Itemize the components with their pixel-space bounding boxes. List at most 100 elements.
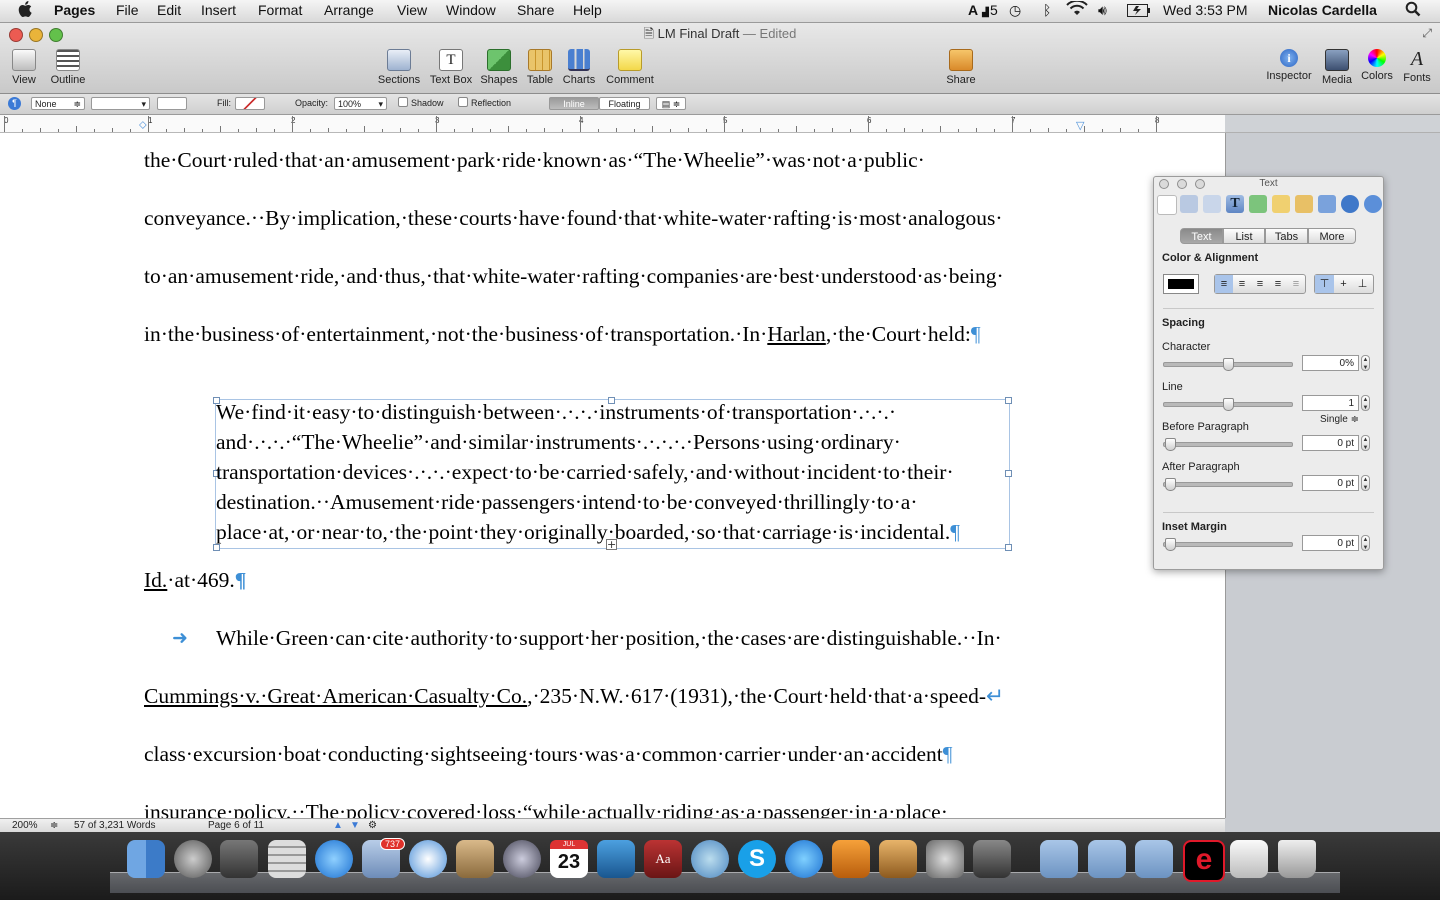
body-line[interactable]: class·excursion·boat·conducting·sightsee… xyxy=(144,742,953,767)
volume-icon[interactable]: 🔊︎ xyxy=(1098,2,1107,19)
align-right-icon[interactable]: ≡ xyxy=(1251,275,1269,293)
line-field[interactable]: 1 xyxy=(1302,395,1359,411)
slider-knob[interactable] xyxy=(1165,538,1176,551)
share-button[interactable]: Share xyxy=(931,49,991,86)
document-page[interactable]: the·Court·ruled·that·an·amusement·park·r… xyxy=(0,133,1226,818)
quote-line[interactable]: and·.·.·.·“The·Wheelie”·and·similar·inst… xyxy=(216,430,901,455)
ibooks-icon[interactable] xyxy=(597,840,635,878)
documents-folder-icon[interactable] xyxy=(1088,840,1126,878)
vertical-alignment-control[interactable]: ⊤ + ⊥ xyxy=(1314,274,1374,294)
trash-icon[interactable] xyxy=(1278,840,1316,878)
body-line[interactable]: insurance·policy.··The·policy·covered·lo… xyxy=(144,800,948,818)
before-paragraph-slider[interactable] xyxy=(1163,442,1293,447)
after-paragraph-stepper[interactable]: ▲ ▼ xyxy=(1361,475,1370,491)
fullscreen-icon[interactable]: ⤢ xyxy=(1422,26,1432,41)
next-page-icon[interactable]: ▼ xyxy=(350,820,360,831)
selection-handle[interactable] xyxy=(1005,544,1012,551)
app-store-icon[interactable] xyxy=(315,840,353,878)
left-indent-marker-icon[interactable]: ⬦ xyxy=(139,119,147,132)
preview-icon[interactable] xyxy=(503,840,541,878)
quote-line[interactable]: transportation·devices·.·.·.·expect·to·b… xyxy=(216,460,954,485)
body-line[interactable]: the·Court·ruled·that·an·amusement·park·r… xyxy=(144,148,925,173)
quote-line[interactable]: place·at,·or·near·to,·the·point·they·ori… xyxy=(216,520,960,545)
alignment-segmented-control[interactable]: ≡ ≡ ≡ ≡ ≡ xyxy=(1214,274,1306,294)
input-source-icon[interactable]: A xyxy=(968,2,978,18)
mission-control-icon[interactable] xyxy=(220,840,258,878)
character-field[interactable]: 0% xyxy=(1302,355,1359,371)
fonts-button[interactable]: A Fonts xyxy=(1387,49,1440,84)
safari-icon[interactable] xyxy=(409,840,447,878)
slider-knob[interactable] xyxy=(1223,398,1234,411)
menu-format[interactable]: Format xyxy=(258,2,302,18)
shadow-checkbox[interactable]: Shadow xyxy=(398,97,444,110)
link-inspector-icon[interactable] xyxy=(1341,195,1359,213)
ruler[interactable]: 0 1 2 3 4 5 6 7 8 ⬦ ▽ xyxy=(0,115,1225,133)
slider-knob[interactable] xyxy=(1165,478,1176,491)
zoom-select[interactable]: 200% xyxy=(12,820,38,831)
menu-help[interactable]: Help xyxy=(573,2,602,18)
inset-margin-field[interactable]: 0 pt xyxy=(1302,535,1359,551)
body-line[interactable]: Cummings·v.·Great·American·Casualty·Co.,… xyxy=(144,684,1004,709)
before-paragraph-stepper[interactable]: ▲ ▼ xyxy=(1361,435,1370,451)
chart-inspector-icon[interactable] xyxy=(1318,195,1336,213)
graphic-inspector-icon[interactable] xyxy=(1249,195,1267,213)
align-bottom-icon[interactable]: ⊥ xyxy=(1353,275,1372,293)
menu-arrange[interactable]: Arrange xyxy=(324,2,374,18)
selection-handle[interactable] xyxy=(1005,470,1012,477)
garageband-icon[interactable] xyxy=(879,840,917,878)
outline-button[interactable]: Outline xyxy=(38,49,98,86)
wifi-icon[interactable] xyxy=(1066,0,1088,20)
text-inspector-icon[interactable]: T xyxy=(1226,195,1244,213)
before-paragraph-field[interactable]: 0 pt xyxy=(1302,435,1359,451)
reflection-checkbox[interactable]: Reflection xyxy=(458,97,511,110)
previous-page-icon[interactable]: ▲ xyxy=(333,820,343,831)
time-machine-icon[interactable]: ◷ xyxy=(1009,2,1021,19)
line-mode-select[interactable]: Single ≑ xyxy=(1320,414,1359,425)
text-color-well[interactable] xyxy=(1163,274,1199,294)
justify-icon[interactable]: ≡ xyxy=(1269,275,1287,293)
menu-insert[interactable]: Insert xyxy=(201,2,236,18)
downloads-folder-icon[interactable] xyxy=(1135,840,1173,878)
sections-button[interactable]: Sections xyxy=(369,49,429,86)
apple-menu-icon[interactable] xyxy=(18,0,34,23)
paragraph-style-icon[interactable]: ¶ xyxy=(8,97,21,110)
battery-icon[interactable] xyxy=(1127,4,1151,20)
layout-inspector-icon[interactable] xyxy=(1180,195,1198,213)
document-inspector-icon[interactable] xyxy=(1157,195,1177,215)
gear-icon[interactable]: ⚙ xyxy=(368,820,377,831)
quote-line[interactable]: We·find·it·easy·to·distinguish·between·.… xyxy=(216,400,896,425)
menu-share[interactable]: Share xyxy=(517,2,554,18)
align-center-icon[interactable]: ≡ xyxy=(1233,275,1251,293)
app-menu[interactable]: Pages xyxy=(54,2,95,18)
launchpad-icon[interactable] xyxy=(174,840,212,878)
slider-knob[interactable] xyxy=(1223,358,1234,371)
align-middle-icon[interactable]: + xyxy=(1334,275,1353,293)
fill-color-well[interactable] xyxy=(235,97,265,110)
tab-tabs[interactable]: Tabs xyxy=(1265,228,1308,244)
table-inspector-icon[interactable] xyxy=(1295,195,1313,213)
selection-handle[interactable] xyxy=(1005,397,1012,404)
menu-file[interactable]: File xyxy=(116,2,139,18)
contacts-icon[interactable] xyxy=(456,840,494,878)
reason-icon[interactable] xyxy=(832,840,870,878)
itunes-icon[interactable] xyxy=(785,840,823,878)
menu-view[interactable]: View xyxy=(397,2,427,18)
quote-line[interactable]: destination.··Amusement·ride·passengers·… xyxy=(216,490,918,515)
inset-margin-slider[interactable] xyxy=(1163,542,1293,547)
stroke-color-well[interactable] xyxy=(157,97,187,110)
body-line[interactable]: conveyance.··By·implication,·these·court… xyxy=(144,206,1002,231)
app-e-icon[interactable]: e xyxy=(1183,840,1225,882)
clock[interactable]: Wed 3:53 PM xyxy=(1163,2,1248,18)
finder-icon[interactable] xyxy=(127,840,165,878)
word-count[interactable]: 57 of 3,231 Words xyxy=(74,820,156,831)
after-paragraph-field[interactable]: 0 pt xyxy=(1302,475,1359,491)
spotlight-search-icon[interactable] xyxy=(1405,1,1421,20)
quicktime-inspector-icon[interactable] xyxy=(1364,195,1382,213)
line-stepper[interactable]: ▲ ▼ xyxy=(1361,395,1370,411)
auto-align-icon[interactable]: ≡ xyxy=(1287,275,1305,293)
system-preferences-icon[interactable] xyxy=(926,840,964,878)
calendar-icon[interactable]: JUL 23 xyxy=(550,840,588,878)
skype-icon[interactable]: S xyxy=(738,840,776,878)
floating-toggle[interactable]: Floating xyxy=(599,97,650,110)
align-top-icon[interactable]: ⊤ xyxy=(1315,275,1334,293)
